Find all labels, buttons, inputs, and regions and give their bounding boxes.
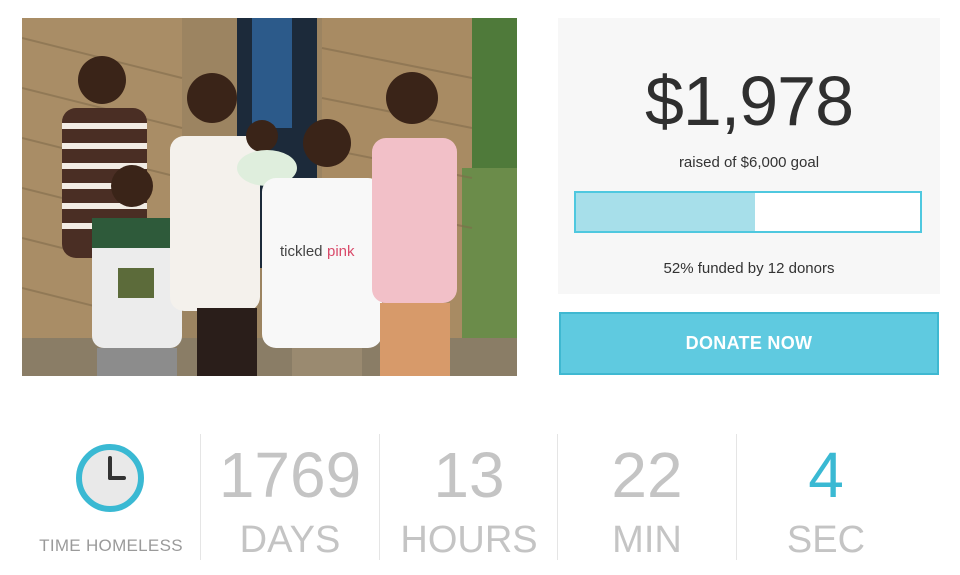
countdown-days: 1769 DAYS bbox=[201, 430, 379, 565]
time-homeless-counter: TIME HOMELESS 1769 DAYS 13 HOURS 22 MIN … bbox=[0, 430, 960, 565]
funding-panel: $1,978 raised of $6,000 goal 52% funded … bbox=[558, 18, 940, 294]
countdown-seconds: 4 SEC bbox=[737, 430, 915, 565]
goal-text: raised of $6,000 goal bbox=[678, 154, 820, 171]
svg-text:tickled: tickled bbox=[280, 243, 323, 260]
funded-text: 52% funded by 12 donors bbox=[663, 260, 835, 277]
time-homeless-label-block: TIME HOMELESS bbox=[22, 430, 200, 565]
funding-progress-bar bbox=[574, 191, 922, 233]
donate-now-button[interactable]: DONATE NOW bbox=[559, 312, 939, 375]
days-label: DAYS bbox=[239, 519, 341, 561]
countdown-hours: 13 HOURS bbox=[380, 430, 558, 565]
clock-icon bbox=[76, 444, 144, 512]
svg-text:pink: pink bbox=[327, 243, 355, 260]
funding-progress-fill bbox=[576, 193, 755, 231]
countdown-minutes: 22 MIN bbox=[558, 430, 736, 565]
days-value: 1769 bbox=[218, 439, 362, 511]
hours-value: 13 bbox=[433, 439, 505, 511]
minutes-label: MIN bbox=[612, 519, 682, 561]
family-photo: tickled pink bbox=[22, 18, 517, 376]
minutes-value: 22 bbox=[611, 439, 683, 511]
seconds-value: 4 bbox=[808, 439, 844, 511]
time-homeless-caption: TIME HOMELESS bbox=[39, 536, 183, 555]
seconds-label: SEC bbox=[786, 519, 866, 561]
amount-raised: $1,978 bbox=[644, 62, 854, 140]
hours-label: HOURS bbox=[400, 519, 538, 561]
